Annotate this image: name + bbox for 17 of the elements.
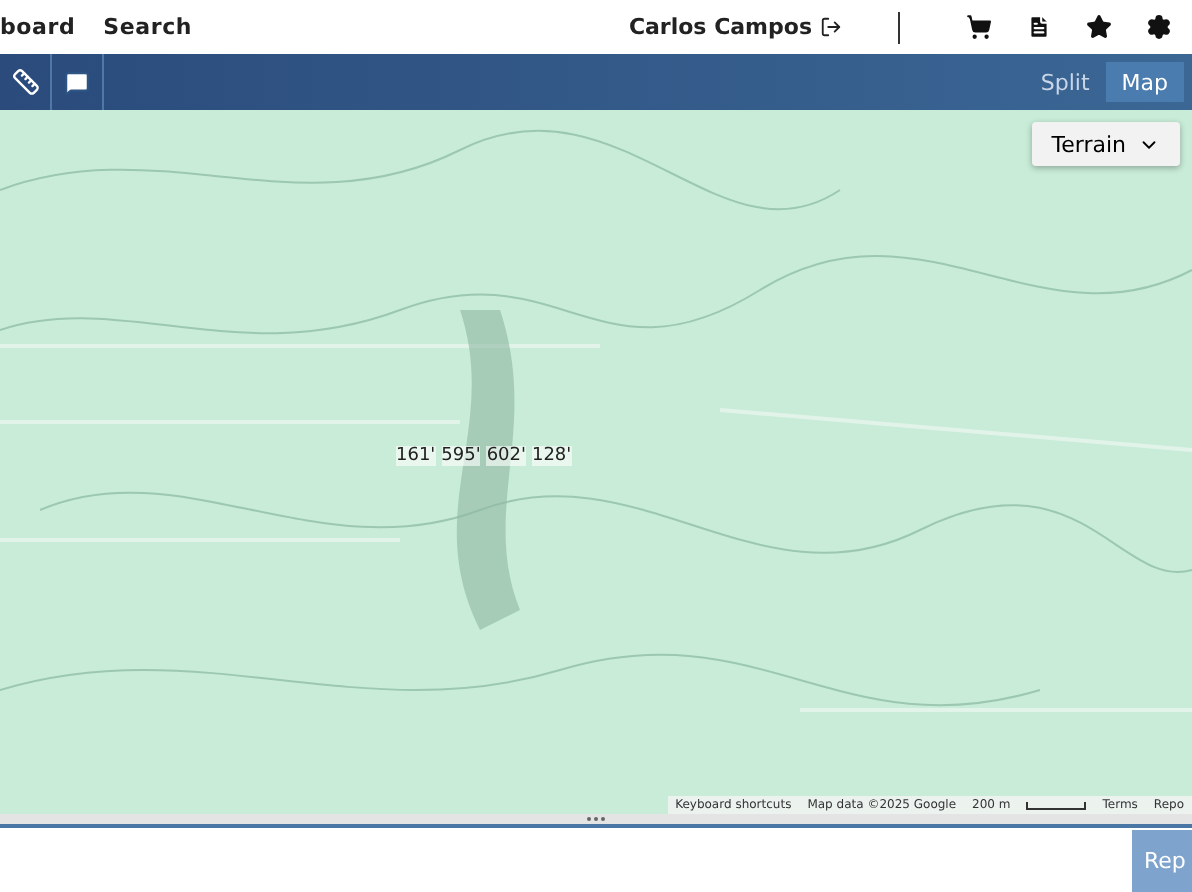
user-link[interactable]: Carlos Campos <box>628 14 842 40</box>
drag-handle-icon[interactable] <box>586 816 606 822</box>
cart-icon[interactable] <box>966 14 992 40</box>
nav-link[interactable]: board <box>0 14 76 40</box>
map-type-dropdown[interactable]: Terrain <box>1031 122 1180 166</box>
view-tab[interactable]: Split <box>1024 62 1106 102</box>
star-icon[interactable] <box>1086 14 1112 40</box>
scale-bar <box>1026 801 1087 809</box>
nav-link[interactable]: Search <box>103 14 193 40</box>
measurement-label: 161' <box>396 446 436 466</box>
view-tab[interactable]: Map <box>1105 62 1184 102</box>
logout-icon <box>820 16 842 38</box>
measurement-label: 128' <box>531 446 572 466</box>
document-icon[interactable] <box>1026 14 1052 40</box>
measurement-label: 602' <box>486 446 526 466</box>
settings-icon[interactable] <box>1146 14 1172 40</box>
measurement-label: 595' <box>441 446 481 466</box>
